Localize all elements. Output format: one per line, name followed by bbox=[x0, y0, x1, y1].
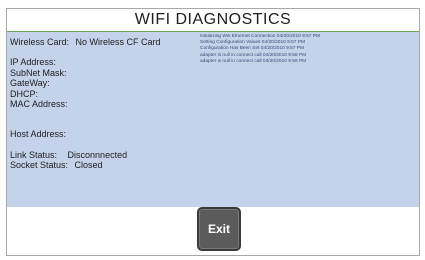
link-status-value: Disconnnected bbox=[67, 149, 128, 160]
diagnostics-panel: Wireless Card: No Wireless CF Card IP Ad… bbox=[7, 32, 419, 207]
socket-status-value: Closed bbox=[74, 160, 103, 171]
event-log: Initializing Wifi Ethernet Connection 04… bbox=[200, 34, 412, 65]
network-info-list: Wireless Card: No Wireless CF Card IP Ad… bbox=[10, 37, 202, 171]
log-line: adapter is null in connect call 04/20/20… bbox=[200, 58, 307, 64]
link-status-label: Link Status: bbox=[10, 149, 58, 160]
wifi-diagnostics-screen: WIFI DIAGNOSTICS Wireless Card: No Wirel… bbox=[6, 8, 420, 256]
gateway-label: GateWay: bbox=[10, 78, 50, 89]
page-title: WIFI DIAGNOSTICS bbox=[7, 9, 419, 32]
host-address-label: Host Address: bbox=[10, 129, 67, 140]
socket-status-row: Socket Status: Closed bbox=[10, 160, 202, 170]
socket-status-label: Socket Status: bbox=[10, 160, 69, 171]
subnet-mask-label: SubNet Mask: bbox=[10, 67, 67, 78]
dhcp-label: DHCP: bbox=[10, 88, 39, 99]
wireless-card-value: No Wireless CF Card bbox=[75, 37, 161, 47]
mac-address-label: MAC Address: bbox=[10, 99, 68, 110]
exit-button[interactable]: Exit bbox=[197, 207, 241, 251]
footer: Exit bbox=[7, 207, 419, 255]
wireless-card-label: Wireless Card: bbox=[10, 37, 70, 47]
link-status-row: Link Status: Disconnnected bbox=[10, 150, 202, 160]
wireless-card-row: Wireless Card: No Wireless CF Card bbox=[10, 37, 202, 47]
ip-address-label: IP Address: bbox=[10, 57, 56, 68]
